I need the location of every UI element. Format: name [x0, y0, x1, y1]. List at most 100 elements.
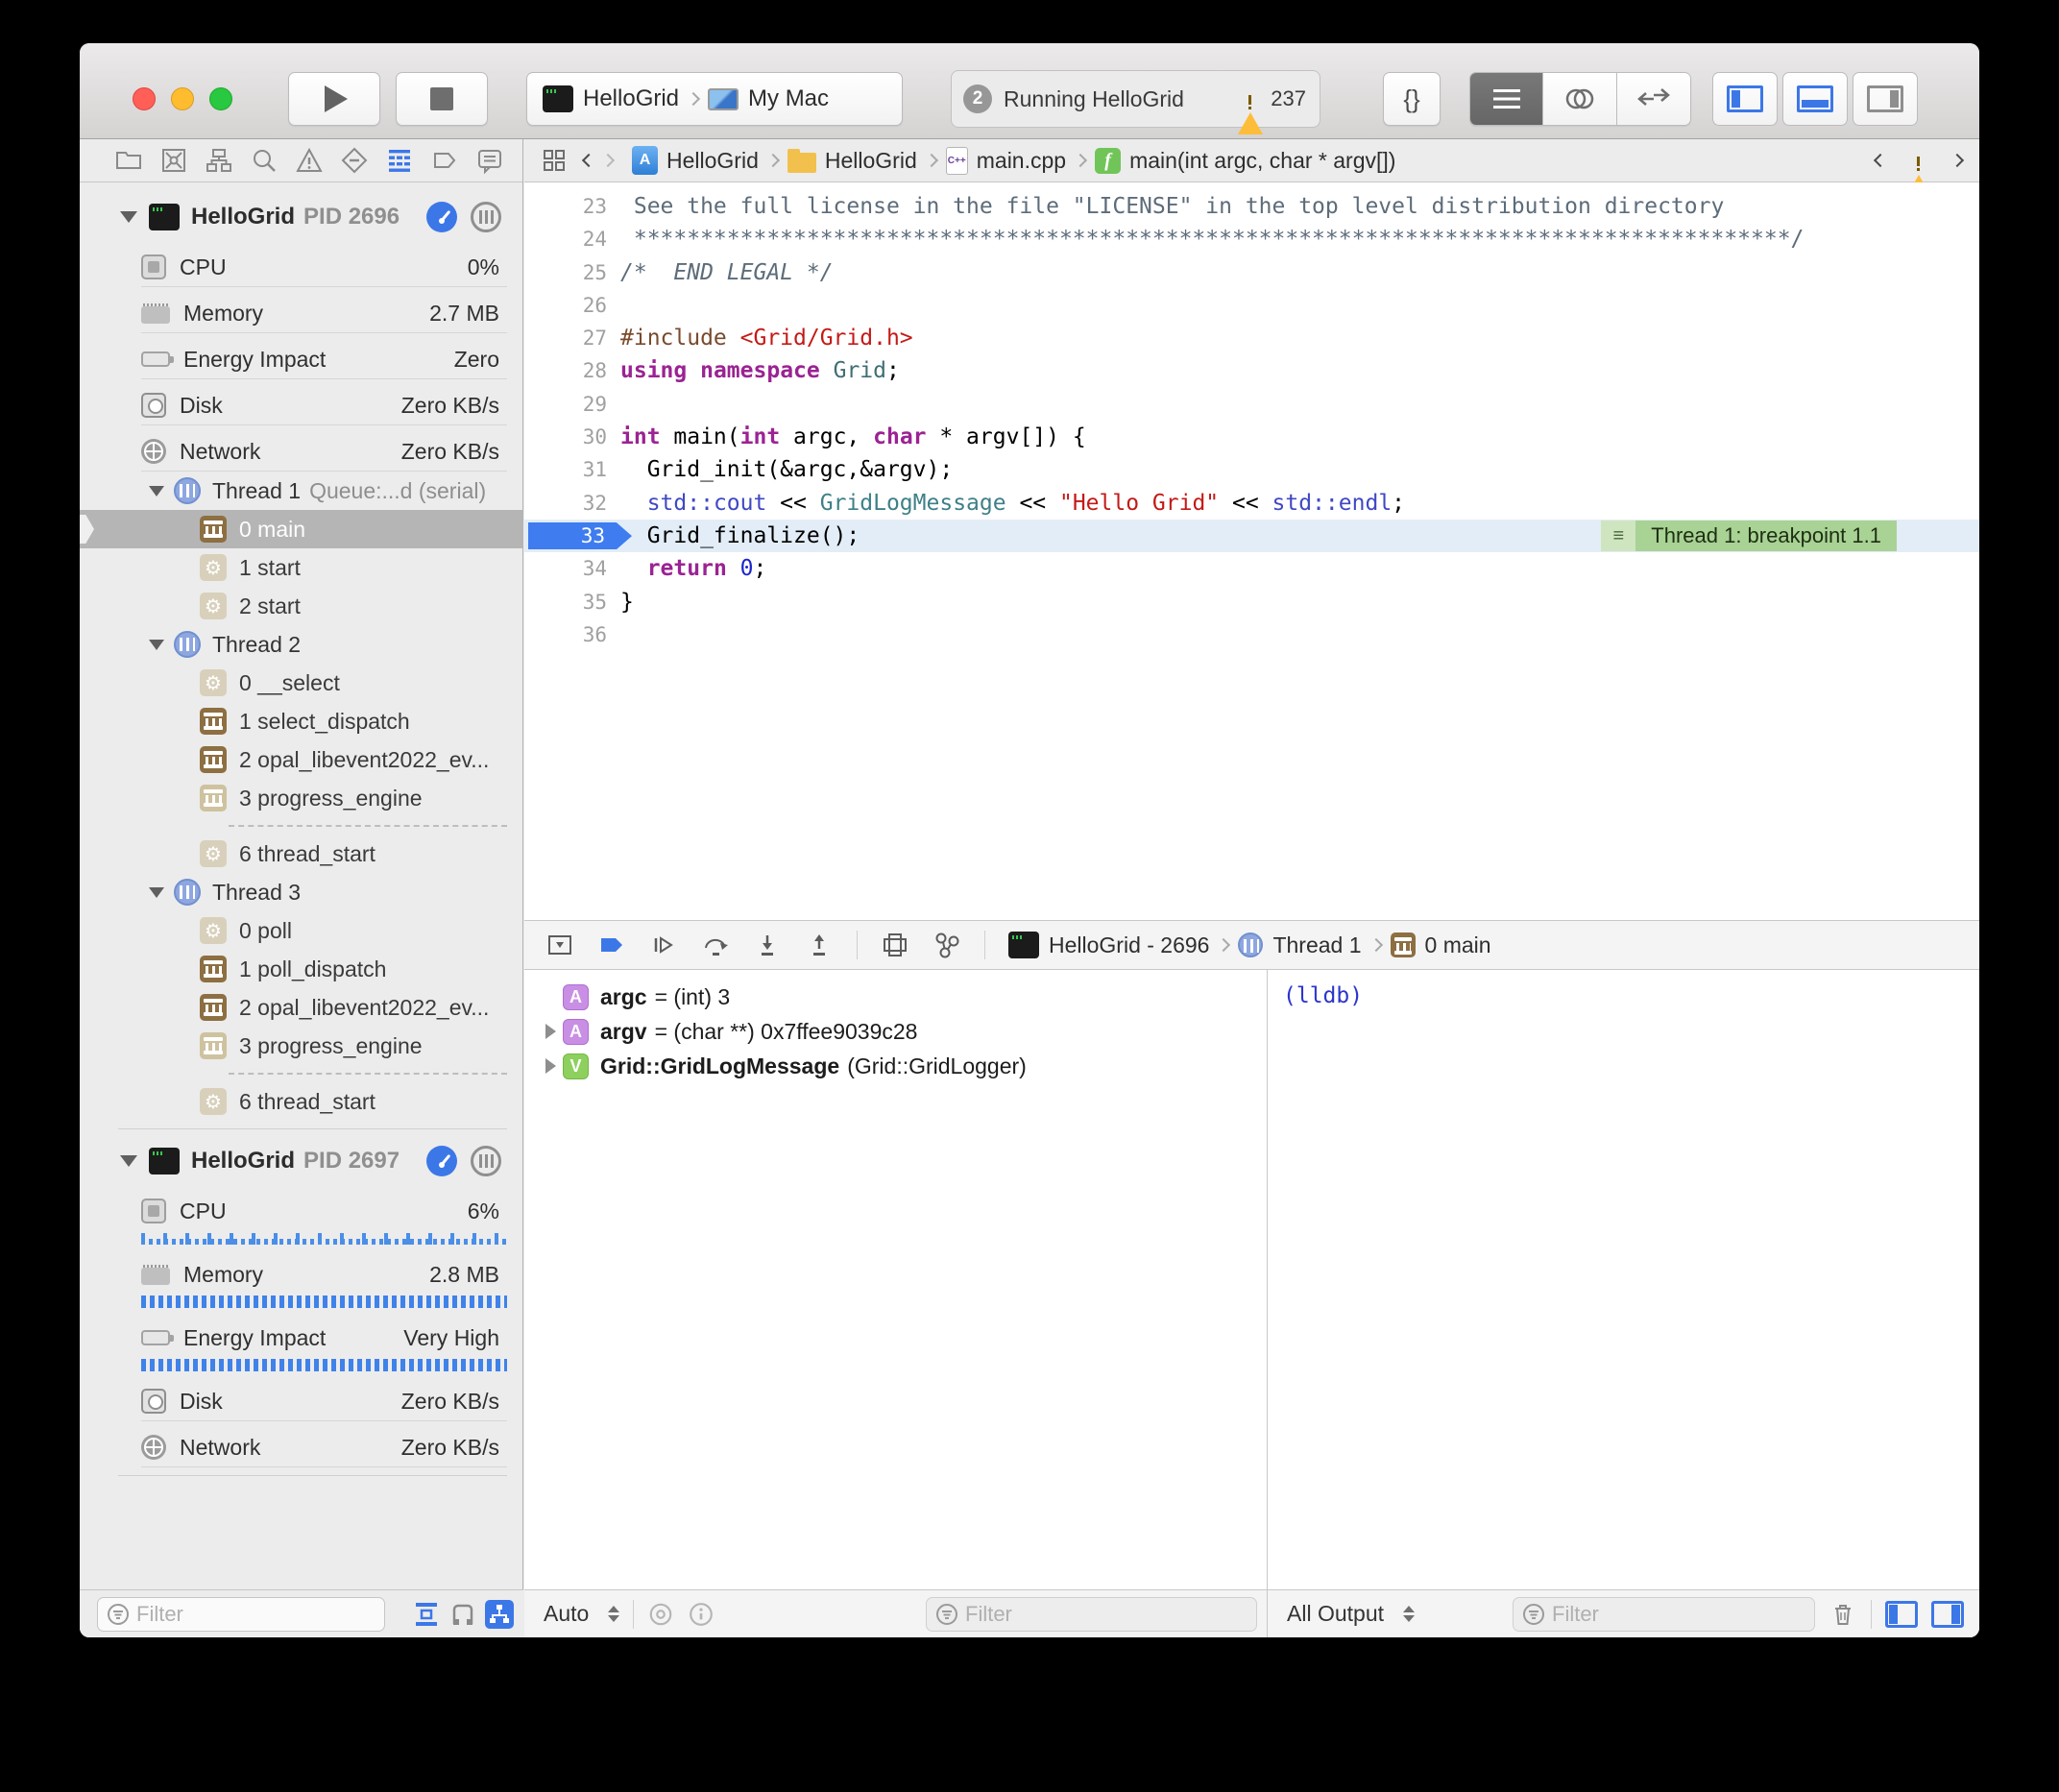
thread-row[interactable]: Thread 2	[80, 625, 522, 664]
profile-in-instruments-button[interactable]	[426, 1146, 457, 1176]
report-navigator-icon[interactable]	[475, 146, 504, 175]
gauge-row-disk[interactable]: DiskZero KB/s	[80, 1375, 522, 1421]
process-row[interactable]: HelloGridPID 2697	[80, 1137, 522, 1185]
stack-frame-row[interactable]: ⚙1 start	[80, 548, 522, 587]
print-description-button[interactable]	[688, 1601, 715, 1628]
assistant-editor-button[interactable]	[1543, 73, 1616, 125]
filter-crashed-threads-icon[interactable]	[448, 1600, 477, 1629]
next-issue-button[interactable]	[1950, 154, 1964, 167]
memory-report-button[interactable]	[471, 202, 501, 232]
issue-navigator-icon[interactable]	[295, 146, 324, 175]
project-navigator-icon[interactable]	[114, 146, 143, 175]
toggle-navigator-button[interactable]	[1712, 72, 1778, 126]
breakpoint-navigator-icon[interactable]	[430, 146, 459, 175]
related-items-icon[interactable]	[542, 148, 567, 173]
gauge-row-cpu[interactable]: CPU0%	[80, 241, 522, 287]
breadcrumb-symbol[interactable]: f main(int argc, char * argv[])	[1095, 148, 1395, 174]
navigator-filter-field[interactable]	[97, 1597, 385, 1632]
stack-frame-row[interactable]: ⚙6 thread_start	[80, 1082, 522, 1121]
debug-frame[interactable]: 0 main	[1425, 932, 1491, 958]
profile-in-instruments-button[interactable]	[426, 202, 457, 232]
close-window-button[interactable]	[133, 87, 156, 110]
minimize-window-button[interactable]	[171, 87, 194, 110]
process-row[interactable]: HelloGridPID 2696	[80, 193, 522, 241]
scheme-selector[interactable]: HelloGrid My Mac	[526, 72, 903, 126]
console-view[interactable]: (lldb)	[1268, 970, 1979, 1589]
gauge-row-network[interactable]: NetworkZero KB/s	[80, 425, 522, 472]
continue-button[interactable]	[649, 931, 678, 959]
navigator-filter-input[interactable]	[136, 1602, 376, 1627]
code-snippets-button[interactable]: {}	[1383, 72, 1441, 126]
console-output-popup[interactable]: All Output	[1287, 1601, 1384, 1627]
expand-triangle-icon[interactable]	[538, 1058, 563, 1074]
debug-view-hierarchy-button[interactable]	[881, 931, 909, 959]
variable-row[interactable]: VGrid::GridLogMessage(Grid::GridLogger)	[538, 1049, 1267, 1083]
gauge-row-disk[interactable]: DiskZero KB/s	[80, 379, 522, 425]
gauge-row-cpu[interactable]: CPU6%	[80, 1185, 522, 1245]
step-out-button[interactable]	[805, 931, 834, 959]
symbol-navigator-icon[interactable]	[205, 146, 233, 175]
stack-frame-row[interactable]: 0 main	[80, 510, 522, 548]
stack-frame-row[interactable]: 1 select_dispatch	[80, 702, 522, 740]
gauge-row-energy-impact[interactable]: Energy ImpactZero	[80, 333, 522, 379]
expand-triangle-icon[interactable]	[538, 1024, 563, 1039]
stack-frame-row[interactable]: ⚙0 poll	[80, 911, 522, 950]
debug-thread[interactable]: Thread 1	[1272, 932, 1361, 958]
console-filter-field[interactable]	[1513, 1597, 1815, 1632]
source-editor[interactable]: 23 See the full license in the file "LIC…	[524, 182, 1979, 920]
source-control-navigator-icon[interactable]	[159, 146, 188, 175]
quick-look-button[interactable]	[647, 1601, 674, 1628]
variable-row[interactable]: Aargv= (char **) 0x7ffee9039c28	[538, 1014, 1267, 1049]
debug-memory-graph-button[interactable]	[933, 931, 961, 959]
variables-filter-input[interactable]	[965, 1602, 1248, 1627]
gauge-row-network[interactable]: NetworkZero KB/s	[80, 1421, 522, 1467]
filter-frames-with-symbols-icon[interactable]	[412, 1600, 441, 1629]
warning-icon[interactable]	[1906, 150, 1931, 172]
activity-view[interactable]: 2 Running HelloGrid 237	[951, 70, 1320, 128]
run-button[interactable]	[288, 72, 380, 126]
go-back-button[interactable]	[582, 154, 595, 167]
clear-console-button[interactable]	[1829, 1600, 1857, 1629]
zoom-window-button[interactable]	[209, 87, 232, 110]
stack-frame-row[interactable]: 2 opal_libevent2022_ev...	[80, 988, 522, 1027]
gauge-row-energy-impact[interactable]: Energy ImpactVery High	[80, 1312, 522, 1371]
go-forward-button[interactable]	[601, 154, 615, 167]
variables-scope-popup[interactable]: Auto	[544, 1601, 589, 1627]
step-into-button[interactable]	[753, 931, 782, 959]
step-over-button[interactable]	[701, 931, 730, 959]
stack-frame-row[interactable]: ⚙0 __select	[80, 664, 522, 702]
stack-frame-row[interactable]: 3 progress_engine	[80, 779, 522, 817]
stack-frame-row[interactable]: ⚙6 thread_start	[80, 835, 522, 873]
hide-debug-area-button[interactable]	[545, 931, 574, 959]
toggle-inspector-button[interactable]	[1853, 72, 1918, 126]
previous-issue-button[interactable]	[1874, 154, 1887, 167]
variables-view[interactable]: Aargc= (int) 3Aargv= (char **) 0x7ffee90…	[524, 970, 1267, 1589]
breakpoint-annotation[interactable]: ≡Thread 1: breakpoint 1.1	[1601, 521, 1897, 551]
variables-filter-field[interactable]	[926, 1597, 1257, 1632]
version-editor-button[interactable]	[1617, 73, 1690, 125]
console-filter-input[interactable]	[1552, 1602, 1806, 1627]
show-console-button[interactable]	[1931, 1601, 1964, 1628]
breadcrumb-file[interactable]: C++ main.cpp	[946, 147, 1066, 175]
debug-process[interactable]: HelloGrid - 2696	[1049, 932, 1209, 958]
breakpoint-marker[interactable]: 33	[528, 522, 632, 549]
debug-area-split-divider[interactable]	[1267, 970, 1268, 1637]
memory-report-button[interactable]	[471, 1146, 501, 1176]
thread-row[interactable]: Thread 3	[80, 873, 522, 911]
breadcrumb-group[interactable]: HelloGrid	[787, 148, 917, 174]
search-navigator-icon[interactable]	[250, 146, 279, 175]
test-navigator-icon[interactable]	[340, 146, 369, 175]
stop-button[interactable]	[396, 72, 488, 126]
standard-editor-button[interactable]	[1470, 73, 1543, 125]
warning-count[interactable]: 237	[1238, 86, 1306, 111]
breakpoints-enabled-button[interactable]	[597, 931, 626, 959]
thread-row[interactable]: Thread 1Queue:...d (serial)	[80, 472, 522, 510]
stack-frame-row[interactable]: ⚙2 start	[80, 587, 522, 625]
show-variables-view-button[interactable]	[1885, 1601, 1918, 1628]
stack-frame-row[interactable]: 3 progress_engine	[80, 1027, 522, 1065]
toggle-debug-area-button[interactable]	[1782, 72, 1848, 126]
debug-navigator-icon-selected[interactable]	[385, 146, 414, 175]
gauge-row-memory[interactable]: Memory2.7 MB	[80, 287, 522, 333]
gauge-row-memory[interactable]: Memory2.8 MB	[80, 1248, 522, 1308]
stack-frame-row[interactable]: 1 poll_dispatch	[80, 950, 522, 988]
